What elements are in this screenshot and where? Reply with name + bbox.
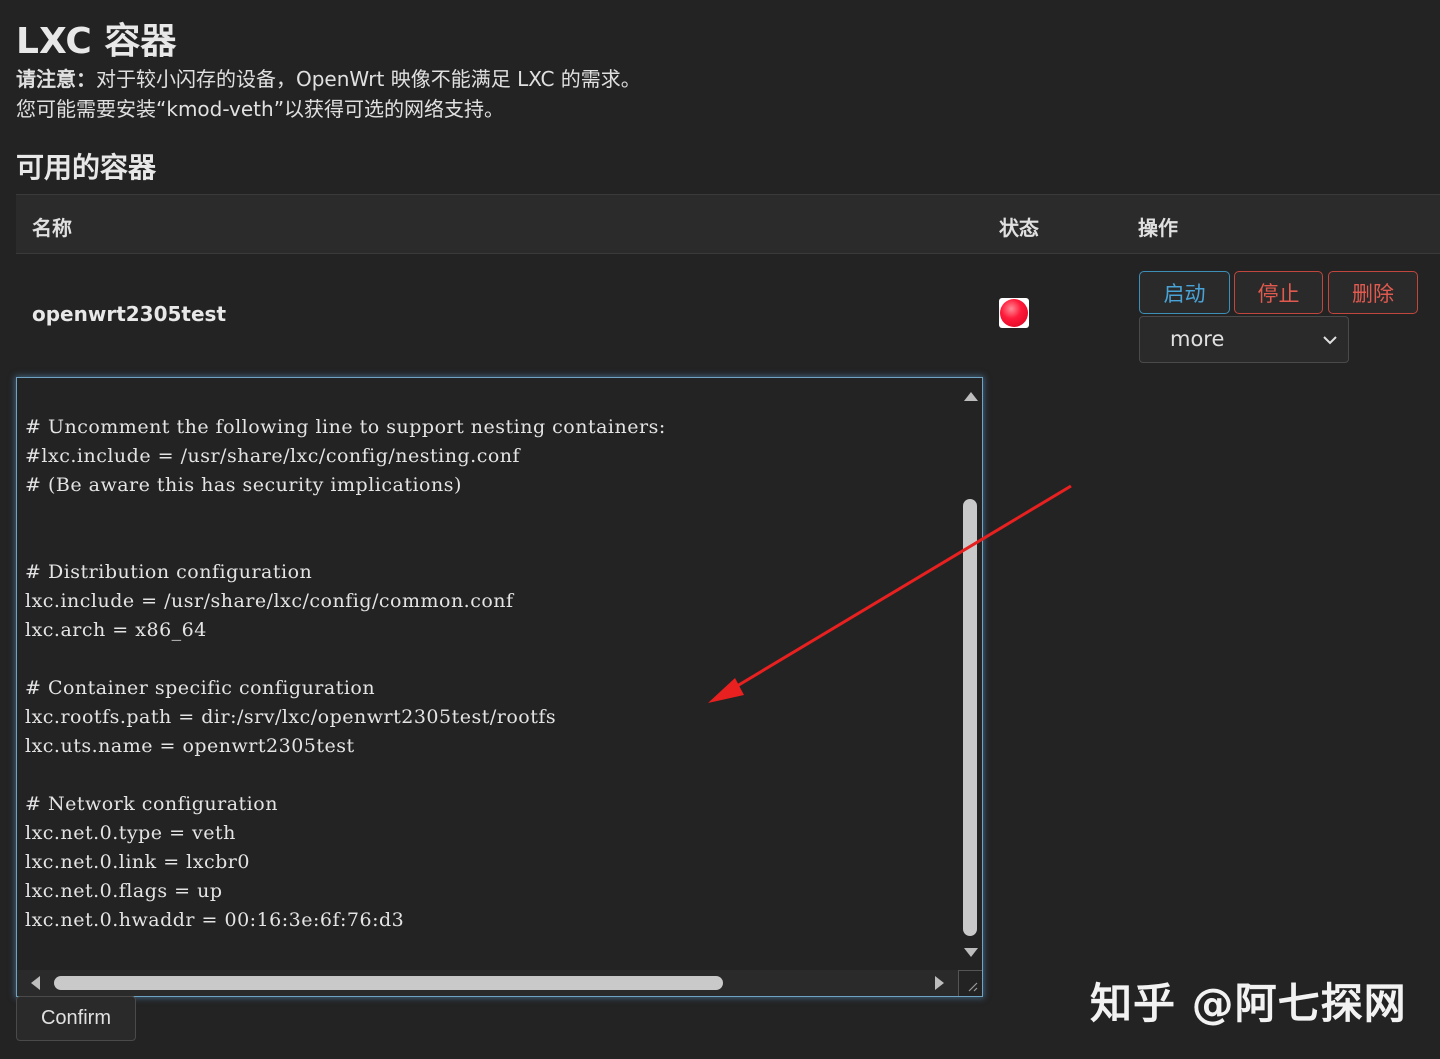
config-editor-textarea[interactable]: # Uncomment the following line to suppor… — [16, 377, 983, 997]
delete-button[interactable]: 删除 — [1328, 271, 1418, 314]
code-line: lxc.net.0.flags = up — [25, 880, 223, 902]
code-line: lxc.net.0.hwaddr = 00:16:3e:6f:76:d3 — [25, 909, 405, 931]
code-line: # Network configuration — [25, 793, 278, 815]
code-line: lxc.net.0.type = veth — [25, 822, 236, 844]
column-header-name: 名称 — [32, 216, 72, 240]
table-header: 名称 状态 操作 — [16, 194, 1440, 254]
notice: 请注意：对于较小闪存的设备，OpenWrt 映像不能满足 LXC 的需求。 您可… — [16, 64, 641, 124]
column-header-status: 状态 — [999, 216, 1039, 240]
container-name: openwrt2305test — [32, 302, 227, 326]
scroll-down-arrow-icon[interactable] — [964, 948, 978, 957]
stop-button[interactable]: 停止 — [1234, 271, 1323, 314]
resize-handle-icon[interactable] — [958, 970, 982, 996]
code-line: # Container specific configuration — [25, 677, 376, 699]
horizontal-scrollbar[interactable] — [17, 970, 960, 996]
vertical-scrollbar[interactable] — [958, 378, 982, 972]
code-line: # Uncomment the following line to suppor… — [25, 416, 666, 438]
more-actions-select[interactable]: more — [1139, 316, 1349, 363]
section-title: 可用的容器 — [16, 151, 157, 184]
horizontal-scrollbar-thumb[interactable] — [54, 976, 723, 990]
notice-line-1: 请注意：对于较小闪存的设备，OpenWrt 映像不能满足 LXC 的需求。 — [16, 64, 641, 94]
page-title: LXC 容器 — [16, 21, 177, 62]
code-line: lxc.arch = x86_64 — [25, 619, 207, 641]
code-line: #lxc.include = /usr/share/lxc/config/nes… — [25, 445, 521, 467]
scroll-right-arrow-icon[interactable] — [935, 976, 944, 990]
watermark: 知乎 @阿七探网 — [1090, 979, 1407, 1028]
start-button[interactable]: 启动 — [1139, 271, 1230, 314]
scroll-left-arrow-icon[interactable] — [31, 976, 40, 990]
vertical-scrollbar-thumb[interactable] — [963, 499, 977, 936]
confirm-button[interactable]: Confirm — [16, 996, 136, 1041]
chevron-down-icon — [1323, 336, 1337, 345]
code-line: lxc.rootfs.path = dir:/srv/lxc/openwrt23… — [25, 706, 557, 728]
code-line: lxc.include = /usr/share/lxc/config/comm… — [25, 590, 514, 612]
notice-line-2: 您可能需要安装“kmod-veth”以获得可选的网络支持。 — [16, 97, 505, 121]
code-line: lxc.net.0.link = lxcbr0 — [25, 851, 250, 873]
editor-clipped-line — [17, 378, 957, 380]
status-indicator-icon — [999, 298, 1029, 328]
notice-label: 请注意： — [16, 67, 96, 91]
notice-text-1: 对于较小闪存的设备，OpenWrt 映像不能满足 LXC 的需求。 — [96, 67, 641, 91]
code-line: lxc.uts.name = openwrt2305test — [25, 735, 355, 757]
code-line: # (Be aware this has security implicatio… — [25, 474, 462, 496]
resize-grip-icon — [968, 982, 978, 992]
more-actions-select-value: more — [1170, 327, 1225, 351]
scroll-up-arrow-icon[interactable] — [964, 392, 978, 401]
code-line: # Distribution configuration — [25, 561, 313, 583]
column-header-actions: 操作 — [1138, 216, 1178, 240]
